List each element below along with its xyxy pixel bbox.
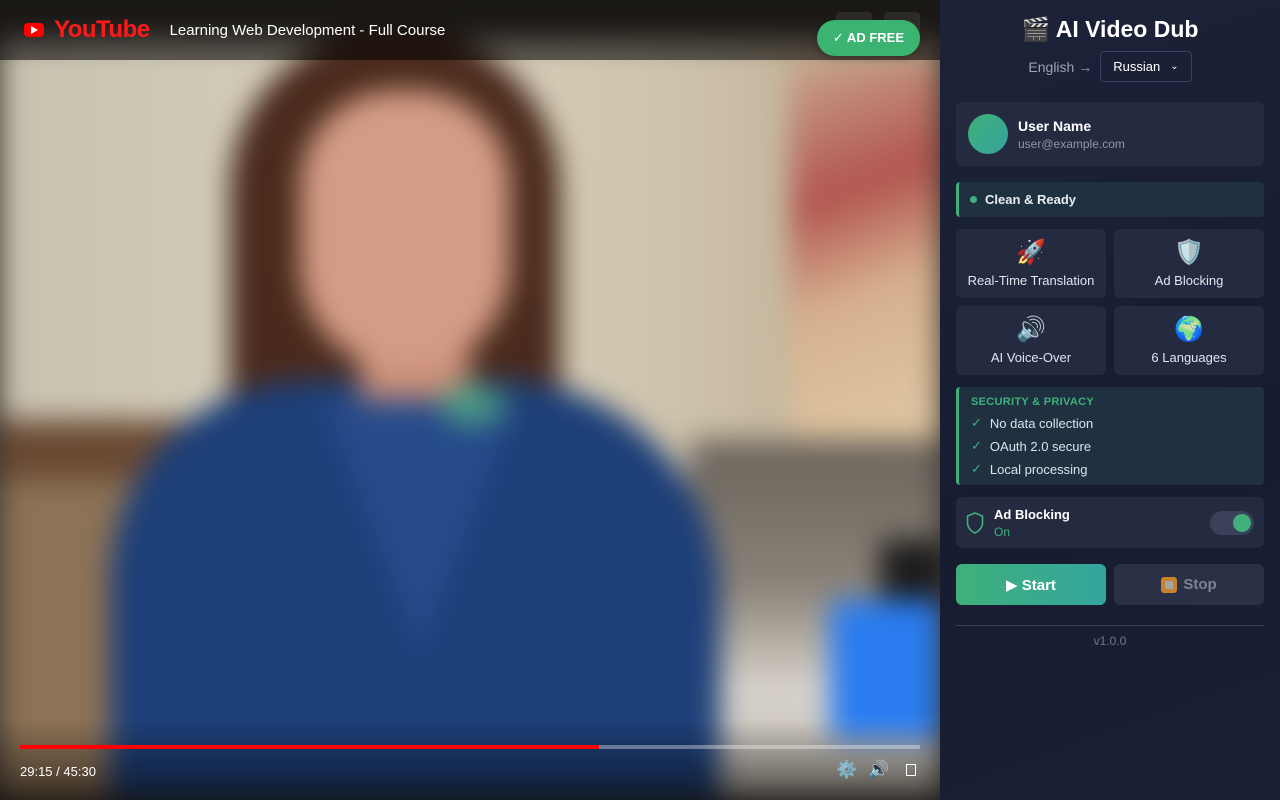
security-item: ✓ OAuth 2.0 secure xyxy=(971,438,1252,454)
control-icons: ⚙️ 🔊 xyxy=(836,760,920,780)
panel-title: 🎬 AI Video Dub xyxy=(1021,16,1199,42)
globe-icon: 🌍 xyxy=(1174,316,1204,343)
feature-ad-blocking: 🛡️ Ad Blocking xyxy=(1114,229,1264,298)
time-display: 29:15 / 45:30 xyxy=(20,764,96,779)
speaker-icon: 🔊 xyxy=(1016,316,1046,343)
check-icon: ✓ xyxy=(971,461,982,476)
shield-outline-icon xyxy=(966,511,984,534)
feature-ai-voice-over: 🔊 AI Voice-Over xyxy=(956,306,1106,375)
feature-label: Real-Time Translation xyxy=(967,273,1095,288)
security-item-label: OAuth 2.0 secure xyxy=(989,438,1092,454)
feature-label: 6 Languages xyxy=(1151,350,1227,365)
settings-icon[interactable]: ⚙️ xyxy=(836,760,857,780)
start-button[interactable]: ▶ Start xyxy=(956,564,1106,605)
shield-icon: 🛡️ xyxy=(1174,239,1204,266)
feature-label: Ad Blocking xyxy=(1154,273,1224,288)
security-item: ✓ Local processing xyxy=(971,461,1252,477)
fullscreen-icon[interactable] xyxy=(902,760,920,780)
check-icon: ✓ xyxy=(971,438,982,453)
status-badge: Clean & Ready xyxy=(956,182,1264,217)
avatar xyxy=(968,114,1008,154)
check-icon: ✓ xyxy=(971,415,982,430)
divider xyxy=(956,625,1264,626)
ad-free-badge: ✓ AD FREE xyxy=(816,20,920,56)
feature-grid: 🚀 Real-Time Translation 🛡️ Ad Blocking 🔊… xyxy=(956,229,1264,375)
stop-icon xyxy=(1161,576,1178,593)
source-language: English → xyxy=(1028,58,1093,75)
ad-blocking-toggle[interactable] xyxy=(1210,511,1254,535)
extension-panel: 🎬 AI Video Dub English → Russian ⌄ User … xyxy=(940,0,1280,800)
target-language-value: Russian xyxy=(1113,59,1161,74)
video-title: Learning Web Development - Full Course xyxy=(169,21,446,39)
duration: 45:30 xyxy=(63,764,96,779)
ad-blocking-label: Ad Blocking xyxy=(994,506,1070,522)
target-language-select[interactable]: Russian ⌄ xyxy=(1100,51,1192,82)
feature-label: AI Voice-Over xyxy=(990,350,1072,365)
youtube-logo[interactable]: YouTube xyxy=(24,16,150,44)
language-row: English → Russian ⌄ xyxy=(956,51,1264,82)
status-label: Clean & Ready xyxy=(985,192,1077,207)
action-buttons: ▶ Start Stop xyxy=(956,564,1264,605)
current-time: 29:15 xyxy=(20,764,53,779)
video-frame xyxy=(0,0,940,800)
security-item-label: Local processing xyxy=(989,461,1088,477)
stop-label: Stop xyxy=(1183,576,1217,593)
user-card: User Name user@example.com xyxy=(956,102,1264,166)
ad-blocking-state: On xyxy=(994,524,1011,539)
video-top-bar: YouTube Learning Web Development - Full … xyxy=(0,0,940,60)
volume-icon[interactable]: 🔊 xyxy=(868,760,889,780)
status-dot-icon xyxy=(970,196,977,203)
user-email: user@example.com xyxy=(1018,136,1125,151)
security-item-label: No data collection xyxy=(989,415,1094,431)
youtube-play-icon xyxy=(24,23,44,37)
toggle-knob xyxy=(1233,514,1251,532)
youtube-brand-text: YouTube xyxy=(54,16,150,43)
progress-bar[interactable] xyxy=(20,745,920,749)
security-title: SECURITY & PRIVACY xyxy=(971,396,1094,408)
feature-languages: 🌍 6 Languages xyxy=(1114,306,1264,375)
user-name: User Name xyxy=(1018,117,1092,134)
progress-fill xyxy=(20,745,599,749)
security-item: ✓ No data collection xyxy=(971,415,1252,431)
player-controls: 29:15 / 45:30 ⚙️ 🔊 xyxy=(0,720,940,800)
video-player[interactable]: YouTube Learning Web Development - Full … xyxy=(0,0,940,800)
rocket-icon: 🚀 xyxy=(1016,239,1046,266)
feature-real-time-translation: 🚀 Real-Time Translation xyxy=(956,229,1106,298)
stop-button[interactable]: Stop xyxy=(1114,564,1264,605)
ad-blocking-toggle-card: Ad Blocking On xyxy=(956,497,1264,548)
security-section: SECURITY & PRIVACY ✓ No data collection … xyxy=(956,387,1264,485)
version-label: v1.0.0 xyxy=(1093,634,1127,648)
chevron-down-icon: ⌄ xyxy=(1170,61,1179,72)
